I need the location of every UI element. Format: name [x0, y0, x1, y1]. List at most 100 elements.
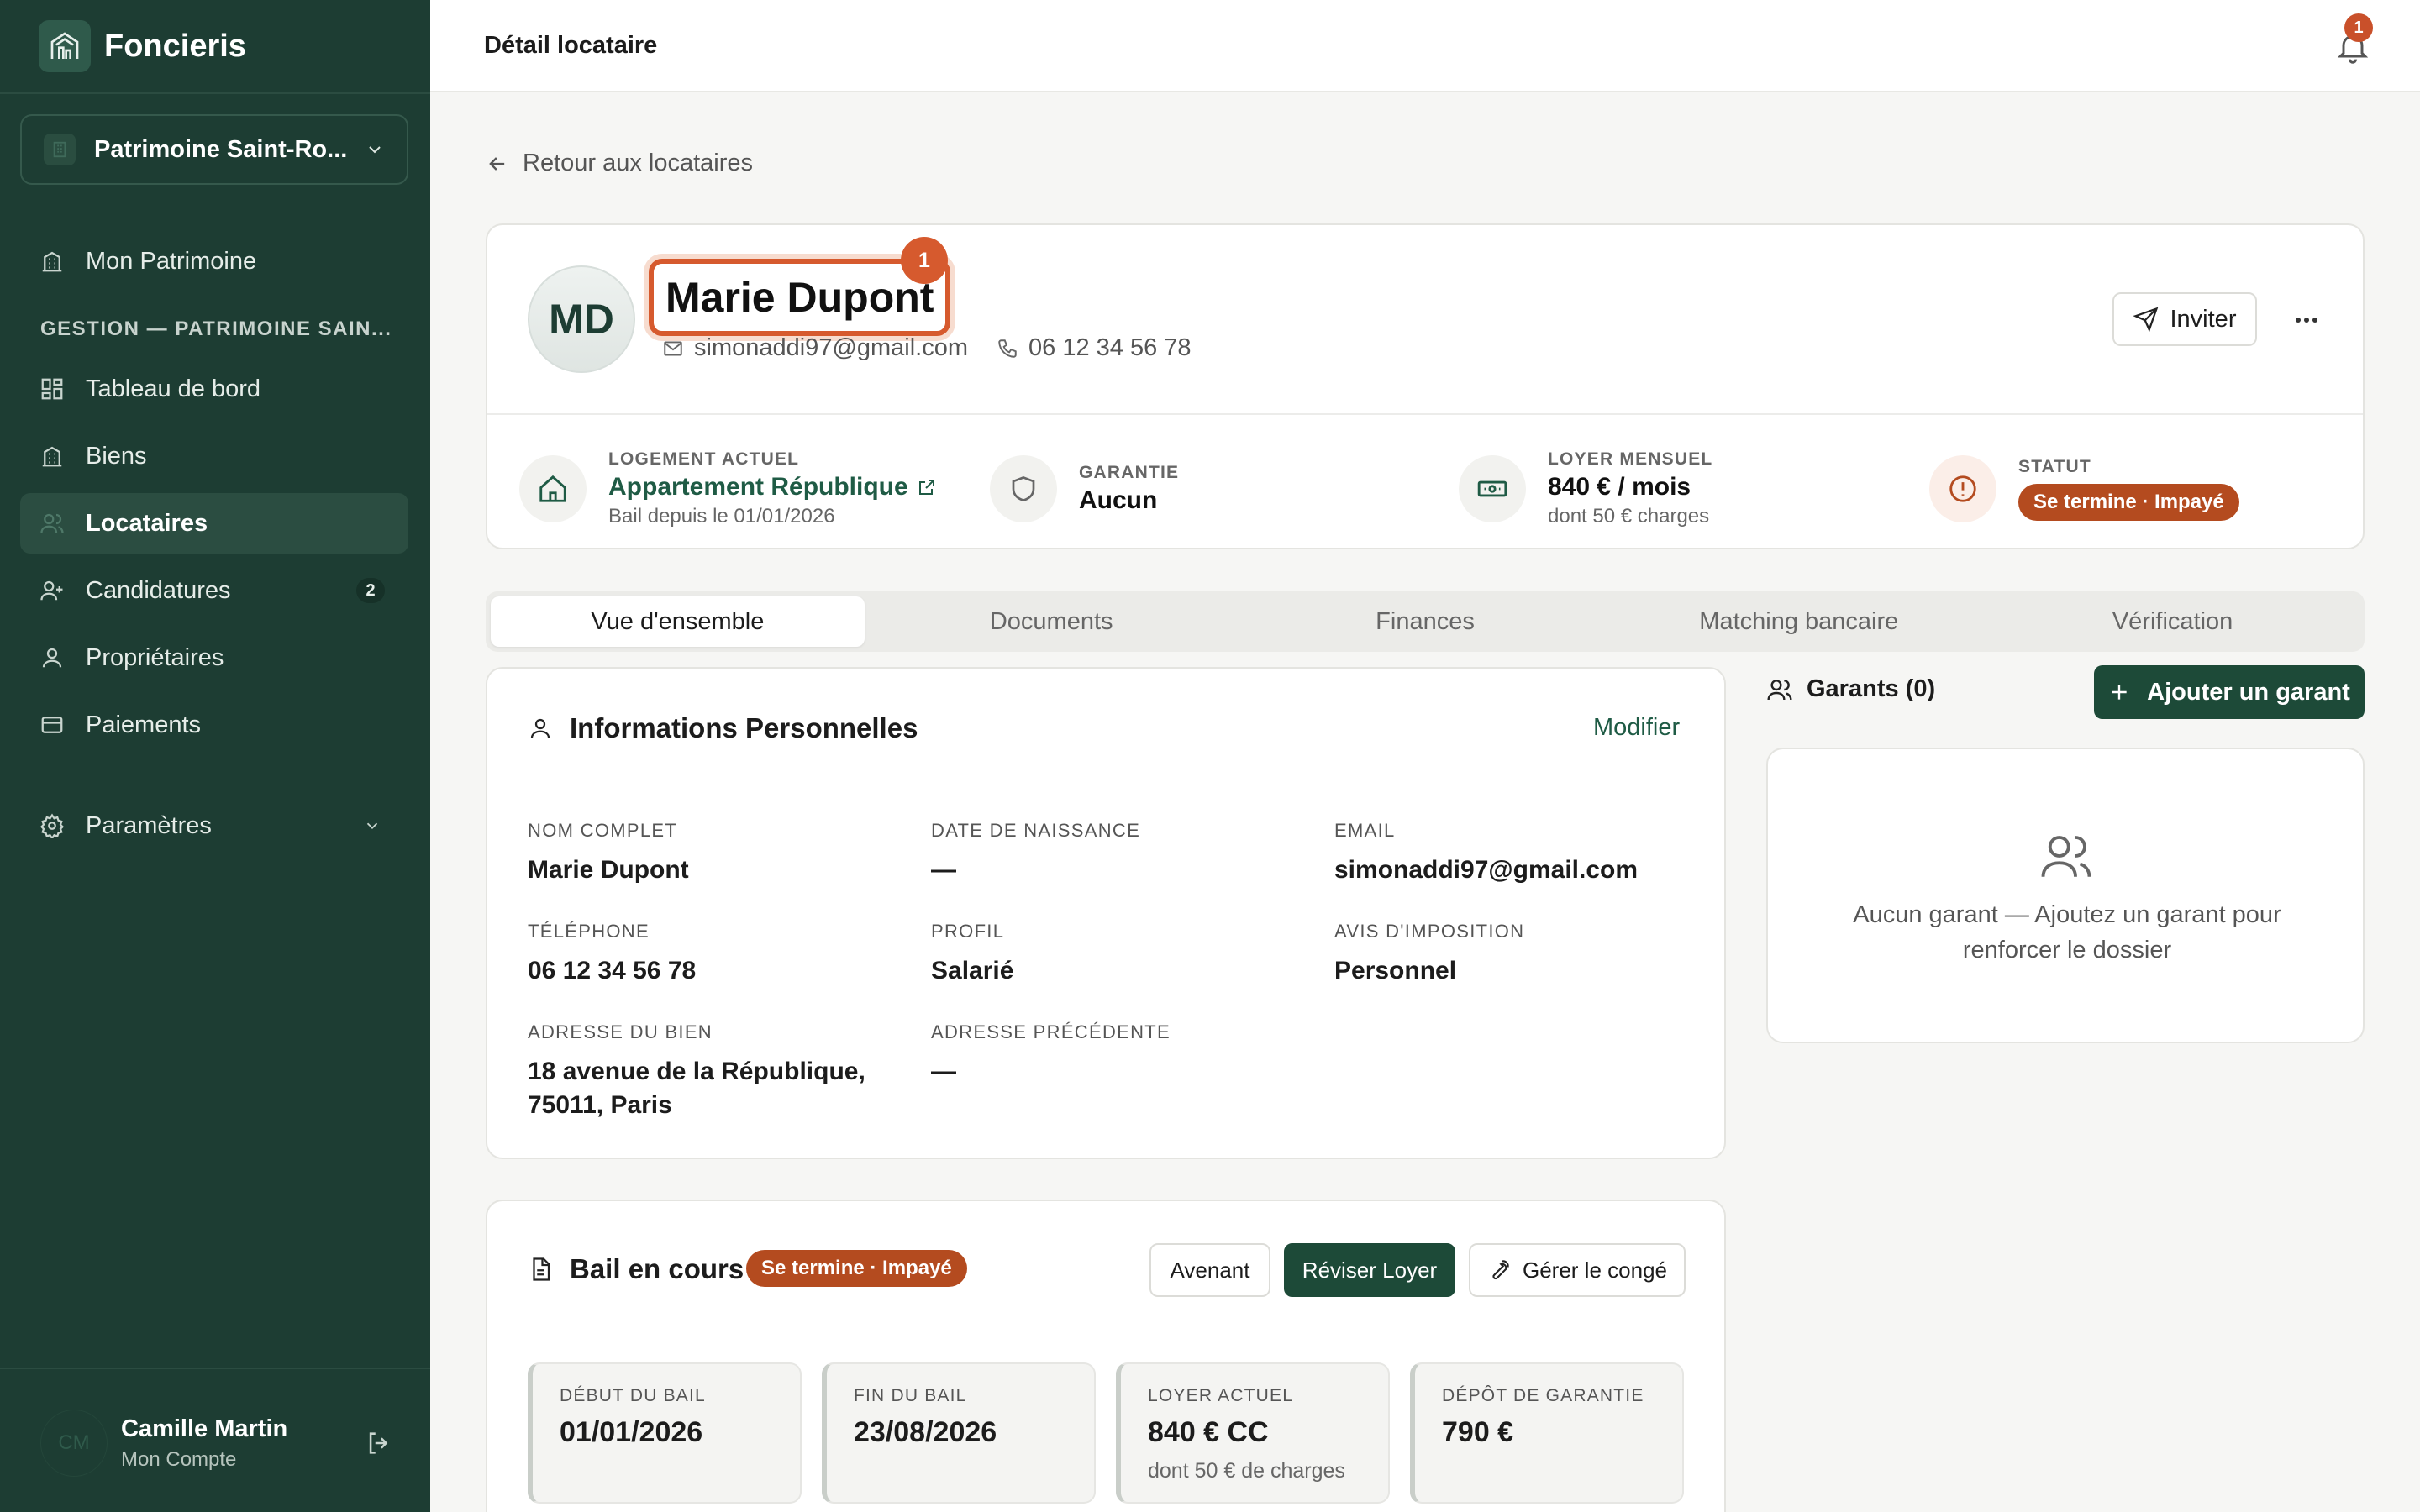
status-badge: Se termine · Impayé: [2018, 484, 2239, 521]
users-icon: [2039, 828, 2094, 884]
user-name: Camille Martin: [121, 1415, 288, 1442]
manage-leave-label: Gérer le congé: [1523, 1257, 1667, 1283]
edit-link[interactable]: Modifier: [1593, 714, 1680, 742]
box-value: 790 €: [1442, 1416, 1514, 1448]
sidebar-item-parametres[interactable]: Paramètres: [20, 795, 408, 856]
sidebar-item-locataires[interactable]: Locataires: [20, 493, 408, 554]
field-value: Marie Dupont: [528, 856, 689, 884]
sidebar-item-biens[interactable]: Biens: [20, 426, 408, 486]
user-account[interactable]: CM Camille Martin Mon Compte: [40, 1401, 393, 1485]
stat-label: GARANTIE: [1079, 463, 1180, 482]
card-title: Bail en cours: [528, 1253, 744, 1285]
invite-button[interactable]: Inviter: [2112, 292, 2257, 346]
field-value: Personnel: [1334, 957, 1457, 984]
sidebar: Foncieris Patrimoine Saint-Ro... Mon Pat…: [0, 0, 430, 1512]
wrench-icon: [1492, 1260, 1509, 1280]
card-title-text: Informations Personnelles: [570, 712, 918, 743]
sidebar-item-candidatures[interactable]: Candidatures 2: [20, 560, 408, 621]
user-plus-icon: [39, 577, 66, 604]
org-name: Patrimoine Saint-Ro...: [94, 135, 348, 163]
sidebar-item-label: Propriétaires: [86, 643, 224, 671]
tabs: Vue d'ensemble Documents Finances Matchi…: [486, 591, 2365, 652]
sidebar-item-mon-patrimoine[interactable]: Mon Patrimoine: [20, 231, 408, 291]
stat-garantie: GARANTIE Aucun: [990, 447, 1179, 531]
status-badge: Se termine · Impayé: [746, 1250, 967, 1287]
add-guarantor-button[interactable]: Ajouter un garant: [2094, 665, 2365, 719]
box-label: DÉBUT DU BAIL: [560, 1386, 706, 1405]
card-title-text: Bail en cours: [570, 1253, 744, 1284]
more-options-icon[interactable]: [2287, 301, 2326, 339]
building-icon: [39, 248, 66, 275]
tab-matching-bancaire[interactable]: Matching bancaire: [1612, 596, 1986, 647]
field-label: AVIS D'IMPOSITION: [1334, 921, 1525, 942]
avenant-button[interactable]: Avenant: [1150, 1243, 1270, 1297]
field-label: TÉLÉPHONE: [528, 921, 650, 942]
field-value: 18 avenue de la République, 75011, Paris: [528, 1055, 897, 1122]
chevron-down-icon: [363, 816, 381, 835]
field-adresse-precedente: ADRESSE PRÉCÉDENTE —: [931, 1021, 1301, 1089]
sidebar-item-paiements[interactable]: Paiements: [20, 695, 408, 755]
brand-name: Foncieris: [104, 28, 246, 64]
tab-finances[interactable]: Finances: [1239, 596, 1612, 647]
property-link[interactable]: Appartement République: [608, 473, 937, 501]
tenant-phone[interactable]: 06 12 34 56 78: [1028, 334, 1192, 362]
tab-documents[interactable]: Documents: [865, 596, 1239, 647]
stat-statut: STATUT Se termine · Impayé: [1929, 447, 2239, 531]
field-value: —: [931, 856, 956, 884]
org-switcher[interactable]: Patrimoine Saint-Ro...: [20, 114, 408, 185]
logout-icon[interactable]: [365, 1429, 393, 1457]
field-value: simonaddi97@gmail.com: [1334, 856, 1639, 884]
box-value: 840 € CC: [1148, 1416, 1269, 1448]
sidebar-item-label: Mon Patrimoine: [86, 247, 257, 275]
stat-label: LOGEMENT ACTUEL: [608, 449, 800, 469]
box-sub: dont 50 € de charges: [1148, 1459, 1345, 1483]
card-icon: [39, 711, 66, 738]
field-adresse: ADRESSE DU BIEN 18 avenue de la Républiqu…: [528, 1021, 897, 1122]
topbar: Détail locataire 1: [430, 0, 2420, 92]
back-link[interactable]: Retour aux locataires: [486, 150, 753, 177]
tenant-header-card: MD Marie Dupont 1 simonaddi97@gmail.com …: [486, 223, 2365, 549]
invite-label: Inviter: [2170, 305, 2237, 333]
sidebar-item-label: Tableau de bord: [86, 375, 260, 402]
document-icon: [533, 1257, 550, 1281]
brand[interactable]: Foncieris: [39, 20, 246, 72]
sidebar-section-title: GESTION — PATRIMOINE SAIN...: [40, 318, 392, 340]
sidebar-item-tableau-de-bord[interactable]: Tableau de bord: [20, 359, 408, 419]
phone-icon: [998, 339, 1017, 358]
current-rent-box: LOYER ACTUEL 840 € CC dont 50 € de charges: [1116, 1362, 1390, 1504]
chevron-down-icon: [365, 139, 385, 160]
user-subtitle: Mon Compte: [121, 1447, 237, 1471]
box-label: DÉPÔT DE GARANTIE: [1442, 1386, 1644, 1405]
avatar: CM: [40, 1410, 108, 1477]
personal-info-card: Informations Personnelles Modifier NOM C…: [486, 667, 1726, 1159]
box-label: FIN DU BAIL: [854, 1386, 967, 1405]
user-icon: [39, 644, 66, 671]
gear-icon: [39, 812, 66, 839]
field-value: Salarié: [931, 957, 1014, 984]
card-title: Informations Personnelles: [528, 712, 918, 744]
field-label: ADRESSE DU BIEN: [528, 1021, 713, 1042]
tenant-contact: simonaddi97@gmail.com 06 12 34 56 78: [662, 334, 1192, 362]
building-icon: [44, 134, 76, 165]
notification-badge: 1: [2344, 13, 2373, 42]
field-value: 06 12 34 56 78: [528, 957, 697, 984]
tenant-email[interactable]: simonaddi97@gmail.com: [694, 334, 968, 362]
divider: [0, 1368, 430, 1369]
field-value: —: [931, 1058, 956, 1085]
revise-rent-button[interactable]: Réviser Loyer: [1284, 1243, 1455, 1297]
add-guarantor-label: Ajouter un garant: [2147, 678, 2350, 706]
address-line: 18 avenue de la République,: [528, 1058, 865, 1085]
building-icon: [39, 443, 66, 470]
address-line: 75011, Paris: [528, 1091, 672, 1119]
divider: [487, 413, 2363, 415]
lease-start-box: DÉBUT DU BAIL 01/01/2026: [528, 1362, 802, 1504]
external-link-icon: [918, 480, 934, 495]
tab-vue-ensemble[interactable]: Vue d'ensemble: [491, 596, 865, 647]
tab-verification[interactable]: Vérification: [1986, 596, 2360, 647]
sidebar-item-label: Paramètres: [86, 811, 212, 839]
plus-icon: [2112, 685, 2127, 700]
stat-sub: dont 50 € charges: [1548, 505, 1710, 528]
field-label: ADRESSE PRÉCÉDENTE: [931, 1021, 1171, 1042]
sidebar-item-proprietaires[interactable]: Propriétaires: [20, 627, 408, 688]
manage-leave-button[interactable]: Gérer le congé: [1469, 1243, 1686, 1297]
